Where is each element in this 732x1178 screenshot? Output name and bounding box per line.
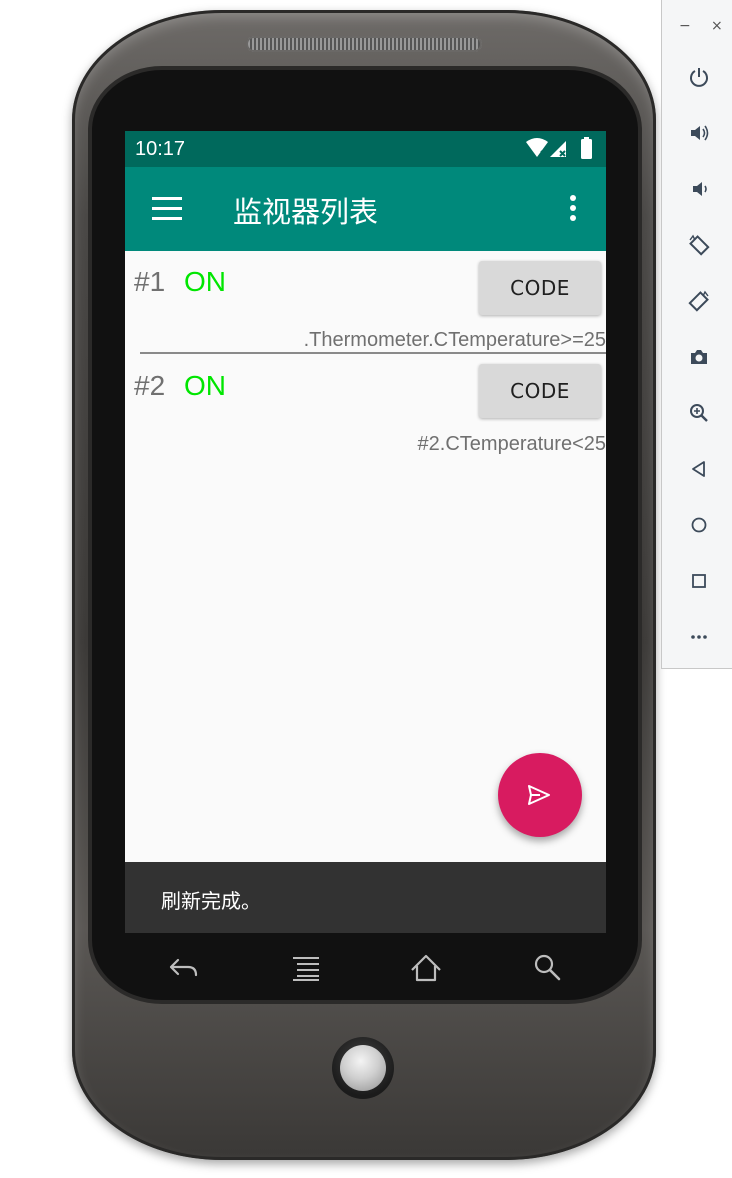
battery-icon — [581, 137, 592, 159]
hardware-home-button[interactable] — [340, 1045, 386, 1091]
hamburger-menu-icon[interactable] — [152, 197, 182, 221]
monitor-index: #1 — [134, 266, 166, 297]
more-icon[interactable] — [688, 626, 710, 648]
status-time: 10:17 — [135, 138, 186, 160]
app-title: 监视器列表 — [233, 195, 379, 229]
app-bar: 监视器列表 — [125, 167, 606, 251]
back-icon[interactable] — [166, 950, 202, 986]
monitor-state: ON — [184, 266, 226, 297]
snackbar: 刷新完成。 — [125, 862, 606, 933]
rotate-right-icon[interactable] — [688, 290, 710, 312]
overview-icon[interactable] — [688, 570, 710, 592]
code-button[interactable]: CODE — [479, 364, 601, 418]
status-bar: 10:17 — [125, 131, 606, 167]
monitor-expression: .Thermometer.CTemperature>=25 — [303, 329, 606, 351]
monitor-state: ON — [184, 370, 226, 401]
home-icon[interactable] — [688, 514, 710, 536]
search-icon[interactable] — [530, 950, 566, 986]
monitor-expression: #2.CTemperature<25 — [417, 433, 606, 455]
close-window-button[interactable]: × — [711, 18, 723, 34]
overflow-menu-icon[interactable] — [570, 195, 576, 223]
status-icons — [526, 137, 592, 159]
device-screen: 10:17 监视器列表 #1 ON CODE .Thermometer.CTem… — [125, 131, 606, 933]
row-divider — [140, 352, 606, 354]
send-fab[interactable] — [498, 753, 582, 837]
home-icon[interactable] — [408, 950, 444, 986]
minimize-button[interactable]: − — [679, 18, 691, 34]
rotate-left-icon[interactable] — [688, 234, 710, 256]
zoom-icon[interactable] — [688, 402, 710, 424]
monitor-row: #1 ON CODE .Thermometer.CTemperature>=25 — [125, 251, 606, 355]
code-button[interactable]: CODE — [479, 261, 601, 315]
emulator-toolbar: − × — [661, 0, 732, 669]
monitor-row: #2 ON CODE #2.CTemperature<25 — [125, 355, 606, 459]
signal-icon — [550, 141, 566, 157]
power-icon[interactable] — [688, 66, 710, 88]
send-icon — [528, 785, 550, 805]
back-icon[interactable] — [688, 458, 710, 480]
volume-up-icon[interactable] — [688, 122, 710, 144]
snackbar-message: 刷新完成。 — [161, 889, 261, 913]
wifi-icon — [526, 138, 548, 157]
menu-icon[interactable] — [288, 950, 324, 986]
monitor-index: #2 — [134, 370, 166, 401]
volume-down-icon[interactable] — [688, 178, 710, 200]
camera-icon[interactable] — [688, 346, 710, 368]
phone-speaker — [246, 36, 482, 52]
